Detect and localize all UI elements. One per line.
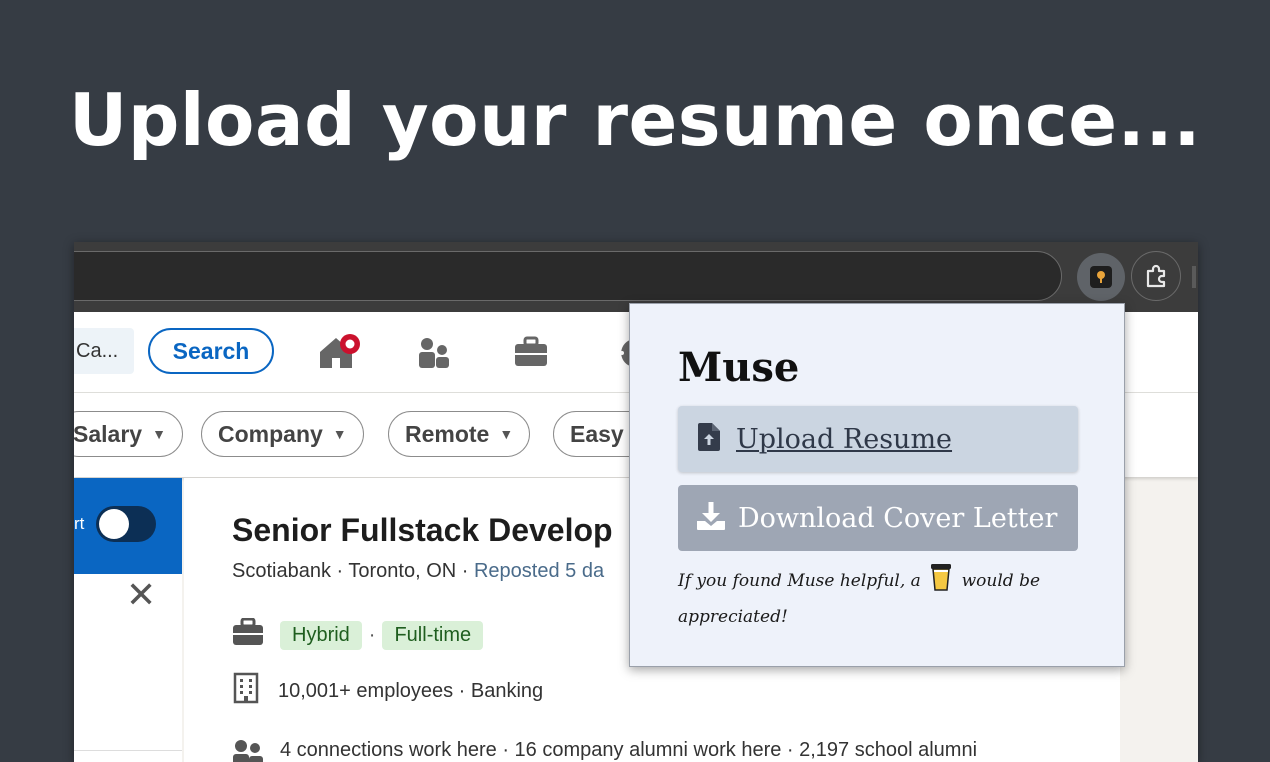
muse-extension-popup: Muse Upload Resume Download Cover Letter…: [629, 303, 1125, 667]
close-icon[interactable]: ✕: [126, 574, 156, 616]
filter-label: Remote: [405, 420, 490, 447]
popup-title: Muse: [678, 344, 800, 391]
job-title[interactable]: Senior Fullstack Develop: [232, 512, 613, 549]
separator: ·: [368, 623, 376, 646]
job-subtitle: Scotiabank · Toronto, ON · Reposted 5 da: [232, 560, 604, 583]
job-alert-toggle[interactable]: [96, 506, 156, 542]
toggle-knob: [99, 509, 129, 539]
caret-down-icon: ▼: [499, 426, 514, 442]
people-icon: [232, 738, 264, 762]
job-alert-bar: rt: [74, 478, 182, 574]
filter-label: Salary: [74, 420, 143, 447]
browser-toolbar: [74, 242, 1198, 312]
home-icon[interactable]: [318, 334, 366, 377]
divider: [74, 750, 182, 751]
filter-label: Easy: [570, 420, 624, 447]
connections-row: 4 connections work here · 16 company alu…: [232, 724, 977, 762]
toolbar-edge: [1192, 266, 1196, 288]
building-icon: [232, 672, 260, 710]
my-network-icon[interactable]: [418, 336, 450, 375]
alert-label: rt: [74, 514, 85, 533]
support-note: If you found Muse helpful, a would be ap…: [678, 562, 1078, 632]
muse-extension-button[interactable]: [1077, 253, 1125, 301]
company-location: Scotiabank · Toronto, ON ·: [232, 560, 474, 582]
headline: Upload your resume once...: [68, 78, 1202, 162]
upload-resume-label: Upload Resume: [736, 423, 953, 455]
filter-label: Company: [218, 420, 323, 447]
filter-salary[interactable]: Salary ▼: [74, 411, 183, 457]
extensions-puzzle-icon[interactable]: [1131, 251, 1181, 301]
muse-logo-icon: [1090, 266, 1112, 288]
download-cover-letter-label: Download Cover Letter: [738, 502, 1058, 534]
reposted-time: Reposted 5 da: [473, 560, 605, 582]
company-info: 10,001+ employees · Banking: [278, 679, 544, 702]
address-bar[interactable]: [74, 251, 1062, 301]
jobs-briefcase-icon[interactable]: [514, 336, 548, 373]
briefcase-icon: [232, 617, 264, 652]
download-cover-letter-button[interactable]: Download Cover Letter: [678, 485, 1078, 551]
search-button[interactable]: Search: [148, 328, 274, 374]
note-text-start: If you found Muse helpful, a: [678, 571, 921, 591]
download-icon: [696, 501, 726, 535]
upload-resume-button[interactable]: Upload Resume: [678, 406, 1078, 472]
job-type-tag: Full-time: [382, 620, 484, 650]
messaging-icon[interactable]: [610, 336, 630, 375]
file-upload-icon: [698, 423, 720, 455]
job-type-row: Hybrid · Full-time: [232, 617, 484, 652]
workplace-tag: Hybrid: [280, 620, 362, 650]
company-info-row: 10,001+ employees · Banking: [232, 672, 543, 710]
coffee-cup-icon[interactable]: [930, 562, 952, 602]
connections-info[interactable]: 4 connections work here · 16 company alu…: [280, 739, 977, 762]
caret-down-icon: ▼: [332, 426, 347, 442]
caret-down-icon: ▼: [152, 426, 166, 442]
filter-company[interactable]: Company ▼: [201, 411, 364, 457]
job-alert-pane: rt ✕: [74, 478, 182, 762]
filter-remote[interactable]: Remote ▼: [388, 411, 531, 457]
search-input[interactable]: Ca...: [74, 328, 134, 374]
